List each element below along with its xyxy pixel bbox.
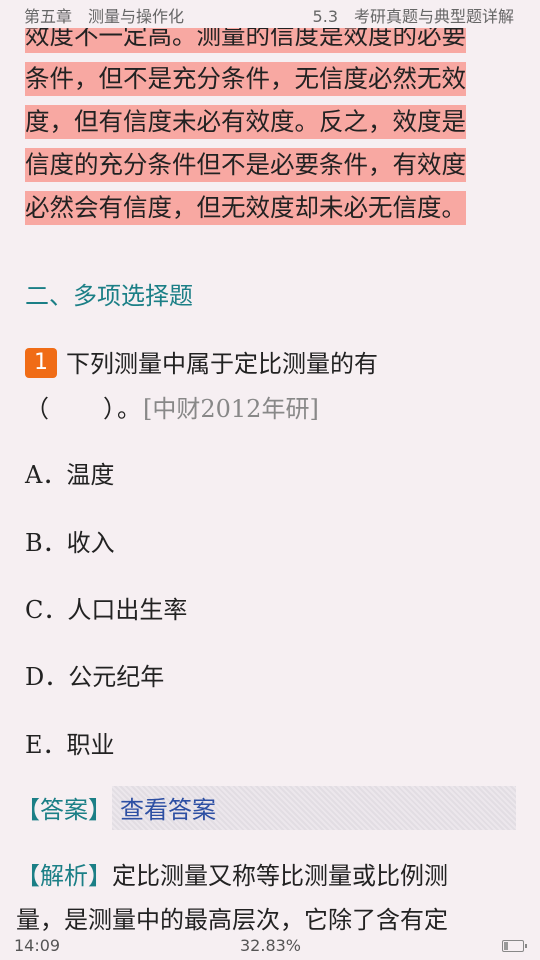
question-number-badge: 1 [25, 348, 57, 378]
option-letter: D． [25, 663, 69, 691]
battery-level [504, 942, 508, 950]
reader-footer: 14:09 32.83% [0, 932, 540, 960]
highlight-line: 必然会有信度，但无效度却未必无信度。 [25, 186, 511, 229]
option-d: D．公元纪年 [25, 657, 164, 692]
answer-blank: （ ）。 [25, 395, 143, 423]
view-answer-link[interactable]: 查看答案 [120, 790, 216, 825]
reading-progress: 32.83% [240, 936, 302, 955]
analysis-label: 【解析】 [16, 862, 112, 890]
analysis-line: 【解析】定比测量又称等比测量或比例测 [16, 862, 448, 890]
option-letter: A． [25, 461, 67, 489]
option-b: B．收入 [25, 523, 115, 558]
highlighted-paragraph: 效度不一定高。测量的信度是效度的必要 条件，但不是充分条件，无信度必然无效 度，… [25, 14, 511, 229]
option-text: 公元纪年 [68, 663, 165, 691]
option-e: E．职业 [25, 725, 115, 760]
analysis-paragraph: 【解析】定比测量又称等比测量或比例测 量，是测量中的最高层次，它除了含有定 [16, 856, 516, 944]
highlight-line: 条件，但不是充分条件，无信度必然无效 [25, 57, 511, 100]
option-text: 人口出生率 [67, 596, 188, 624]
question-source: [中财2012年研] [143, 395, 319, 423]
highlight-line: 度，但有信度未必有效度。反之，效度是 [25, 100, 511, 143]
question-text-continued: （ ）。[中财2012年研] [25, 389, 319, 424]
option-text: 职业 [66, 731, 115, 759]
question-text: 下列测量中属于定比测量的有 [66, 350, 378, 378]
option-a: A．温度 [25, 455, 114, 490]
option-text: 收入 [66, 529, 115, 557]
section-heading: 二、多项选择题 [25, 282, 193, 310]
option-letter: B． [25, 529, 67, 557]
battery-icon [502, 940, 527, 952]
answer-label: 【答案】 [16, 796, 112, 824]
option-letter: E． [25, 731, 67, 759]
highlight-line: 信度的充分条件但不是必要条件，有效度 [25, 143, 511, 186]
chapter-title: 第五章 测量与操作化 [24, 7, 185, 26]
option-c: C．人口出生率 [25, 590, 187, 625]
view-answer-button[interactable]: 查看答案 [112, 786, 516, 830]
reader-header: 第五章 测量与操作化 5.3 考研真题与典型题详解 [0, 0, 540, 28]
option-letter: C． [25, 596, 68, 624]
clock-time: 14:09 [14, 936, 61, 955]
answer-row: 【答案】 查看答案 [16, 786, 516, 830]
section-title: 5.3 考研真题与典型题详解 [312, 7, 514, 26]
option-text: 温度 [66, 461, 115, 489]
